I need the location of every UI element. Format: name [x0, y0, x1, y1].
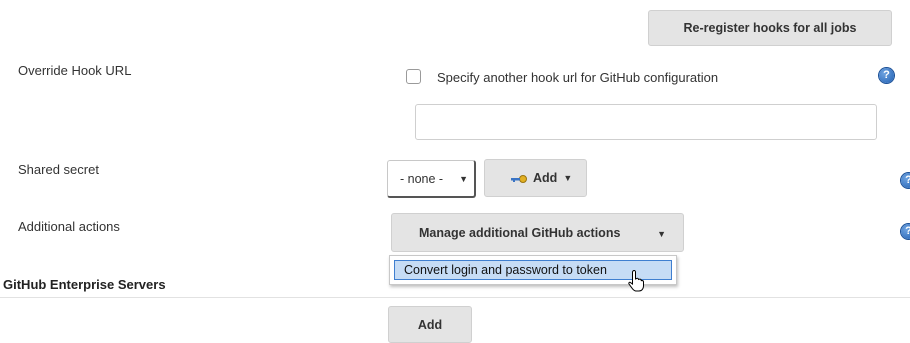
add-credential-label: Add — [533, 171, 558, 185]
reregister-hooks-label: Re-register hooks for all jobs — [683, 21, 857, 35]
override-hook-checkbox-label[interactable]: Specify another hook url for GitHub conf… — [437, 70, 718, 85]
override-hook-checkbox[interactable] — [406, 69, 421, 84]
chevron-down-icon: ▼ — [459, 174, 468, 184]
manage-github-actions-label: Manage additional GitHub actions — [419, 225, 621, 240]
help-icon[interactable]: ? — [879, 68, 894, 83]
chevron-down-icon: ▼ — [563, 173, 573, 183]
add-enterprise-server-button[interactable]: Add — [388, 306, 472, 343]
shared-secret-label: Shared secret — [18, 162, 99, 177]
shared-secret-select[interactable]: - none - ▼ — [387, 160, 476, 198]
key-icon — [511, 173, 527, 183]
help-icon[interactable]: ? — [901, 173, 910, 188]
section-divider — [0, 297, 910, 298]
enterprise-servers-heading: GitHub Enterprise Servers — [3, 277, 166, 292]
override-hook-url-label: Override Hook URL — [18, 63, 132, 78]
hand-cursor-icon — [628, 270, 644, 292]
add-enterprise-server-label: Add — [417, 317, 443, 332]
hook-url-input[interactable] — [415, 104, 877, 140]
help-icon[interactable]: ? — [901, 224, 910, 239]
menu-item-convert-login-label: Convert login and password to token — [404, 263, 607, 277]
chevron-down-icon: ▼ — [657, 229, 666, 239]
additional-actions-label: Additional actions — [18, 219, 120, 234]
manage-github-actions-button[interactable]: Manage additional GitHub actions ▼ — [391, 213, 684, 252]
add-credential-button[interactable]: Add ▼ — [484, 159, 587, 197]
shared-secret-selected: - none - — [400, 171, 444, 186]
reregister-hooks-button[interactable]: Re-register hooks for all jobs — [648, 10, 892, 46]
